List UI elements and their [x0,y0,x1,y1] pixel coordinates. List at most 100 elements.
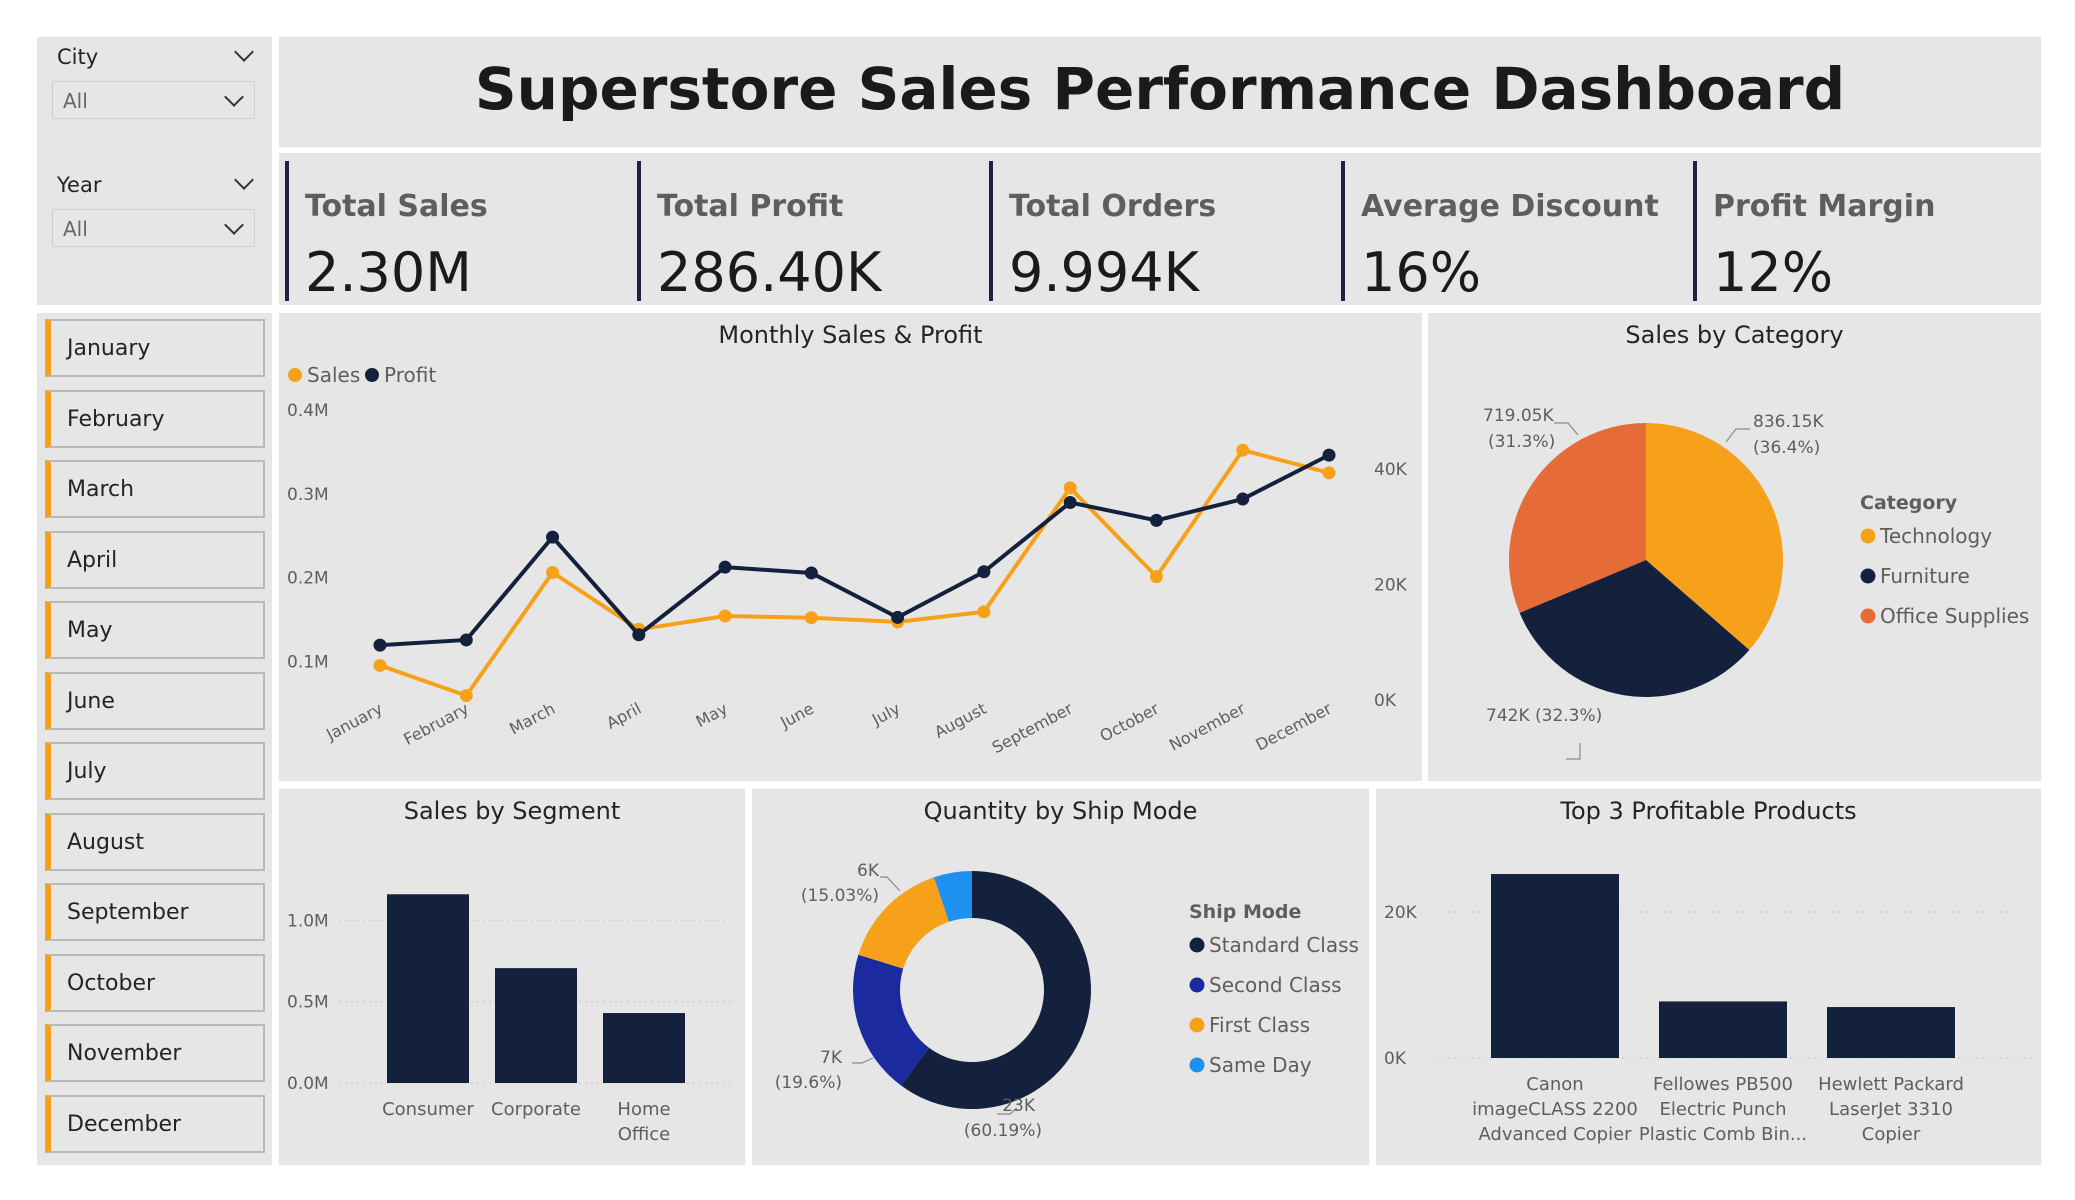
data-label-office-supplies: 719.05K [1483,406,1554,426]
data-label-second-class-pct: (19.6%) [775,1073,842,1093]
legend-marker-technology [1860,528,1876,544]
x-tick-label: Home [617,1099,670,1120]
kpi-card-total-orders: Total Orders 9.994K [989,161,1339,304]
kpi-label: Profit Margin [1713,189,1936,224]
city-dropdown[interactable]: All [52,81,255,119]
leader-line [1725,428,1750,443]
month-button-july[interactable]: July [45,742,265,800]
y-tick-label-left: 0.4M [287,401,329,421]
month-label: September [67,900,189,925]
leader-line [1554,422,1579,436]
y-tick-label-left: 0.1M [287,652,329,672]
bar [603,1013,685,1083]
year-collapse-chevron-icon[interactable] [234,170,254,190]
products-chart-panel: Top 3 Profitable Products 0K 20K Canon imag… [1376,789,2041,1165]
leader-line [880,876,901,892]
y-tick-label: 0.0M [287,1074,329,1094]
month-label: March [67,477,135,502]
month-button-april[interactable]: April [45,531,265,589]
month-button-september[interactable]: September [45,883,265,941]
y-tick-label: 0K [1384,1049,1407,1069]
legend-marker-profit [365,368,379,382]
category-chart-panel: Sales by Category 836.15K (36.4%) 742K (32… [1428,313,2041,781]
data-point-sales [1063,481,1077,495]
year-dropdown[interactable]: All [52,209,255,247]
month-label: January [67,336,151,361]
data-point-profit [632,628,646,642]
year-filter-label: Year [57,173,102,197]
data-label-first-class-pct: (15.03%) [801,886,879,906]
month-button-march[interactable]: March [45,460,265,518]
title-panel: Superstore Sales Performance Dashboard [279,37,2041,147]
data-point-sales [718,609,732,623]
month-button-december[interactable]: December [45,1095,265,1153]
x-tick-label: May [693,699,731,731]
data-point-profit [1236,492,1250,506]
month-label: November [67,1041,182,1066]
x-tick-label: Consumer [382,1099,474,1120]
bar [1659,1001,1787,1058]
kpi-card-total-profit: Total Profit 286.40K [637,161,987,304]
x-tick-label: October [1097,699,1163,746]
x-tick-label: June [776,699,817,733]
data-point-sales [804,611,818,625]
segment-chart-panel: Sales by Segment 0.0M 0.5M 1.0M Consumer Cor… [279,789,745,1165]
month-button-august[interactable]: August [45,813,265,871]
month-button-june[interactable]: June [45,672,265,730]
legend-marker-first-class [1189,1017,1205,1033]
y-tick-label: 20K [1384,903,1418,923]
month-button-january[interactable]: January [45,319,265,377]
x-tick-label: imageCLASS 2200 [1472,1099,1638,1120]
kpi-label: Average Discount [1361,189,1659,224]
data-label-technology-pct: (36.4%) [1753,438,1820,458]
x-tick-label: Plastic Comb Bin... [1639,1124,1807,1145]
month-button-may[interactable]: May [45,601,265,659]
data-label-technology: 836.15K [1753,412,1824,432]
data-point-profit [546,530,560,544]
legend-marker-office-supplies [1860,608,1876,624]
y-tick-label: 1.0M [287,911,329,931]
kpi-value: 2.30M [305,241,472,304]
kpi-card-total-sales: Total Sales 2.30M [285,161,635,304]
kpi-label: Total Orders [1009,189,1217,224]
x-tick-label: April [603,699,644,733]
legend-marker-second-class [1189,977,1205,993]
legend-marker-sales [288,368,302,382]
data-point-profit [373,638,387,652]
bar [1827,1007,1955,1058]
kpi-value: 16% [1361,241,1482,304]
kpi-value: 286.40K [657,241,882,304]
legend-label-first-class: First Class [1209,1013,1310,1037]
city-dropdown-value: All [63,89,88,113]
x-tick-label: November [1166,699,1249,755]
leader-line [1566,743,1581,760]
x-tick-label: December [1252,699,1335,755]
kpi-label: Total Sales [305,189,488,224]
x-tick-label: LaserJet 3310 [1829,1099,1953,1120]
data-point-sales [1149,570,1163,584]
data-point-profit [459,633,473,647]
month-button-october[interactable]: October [45,954,265,1012]
bar [495,968,577,1083]
month-button-february[interactable]: February [45,390,265,448]
legend-label-standard-class: Standard Class [1209,933,1359,957]
page-title: Superstore Sales Performance Dashboard [474,55,1846,123]
month-button-november[interactable]: November [45,1024,265,1082]
bar [387,894,469,1083]
kpi-label: Total Profit [657,189,844,224]
y-tick-label-right: 20K [1374,576,1408,596]
y-tick-label-left: 0.3M [287,485,329,505]
city-collapse-chevron-icon[interactable] [234,42,254,62]
data-point-profit [891,610,905,624]
month-label: July [67,759,107,784]
x-tick-label: August [931,699,989,742]
x-tick-label: Electric Punch [1659,1099,1786,1120]
month-label: June [67,689,115,714]
data-point-profit [1322,448,1336,462]
y-tick-label-right: 0K [1374,691,1397,711]
legend-marker-furniture [1860,568,1876,584]
kpi-value: 9.994K [1009,241,1200,304]
chevron-down-icon [224,87,244,107]
x-tick-label: March [506,699,558,739]
legend-label-same-day: Same Day [1209,1053,1312,1077]
